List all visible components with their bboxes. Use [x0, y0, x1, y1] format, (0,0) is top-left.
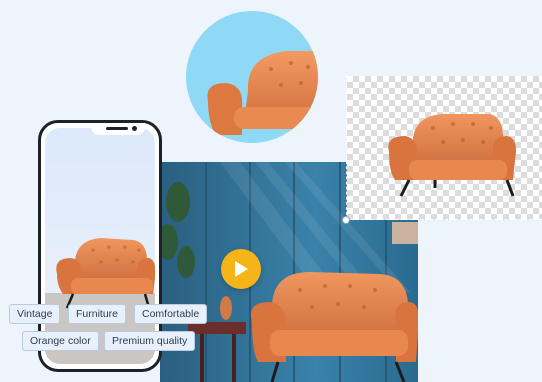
- tag-orange-color[interactable]: Orange color: [22, 331, 99, 351]
- phone-camera: [132, 126, 137, 131]
- play-button[interactable]: [221, 249, 261, 289]
- background-removed-image: [347, 76, 542, 220]
- tag-comfortable[interactable]: Comfortable: [134, 304, 208, 324]
- resize-handle[interactable]: [342, 216, 350, 224]
- phone-speaker: [106, 127, 128, 130]
- tag-furniture[interactable]: Furniture: [68, 304, 127, 324]
- tag-premium-quality[interactable]: Premium quality: [104, 331, 196, 351]
- phone-screen-image: [45, 128, 155, 364]
- circle-crop-image: [186, 11, 318, 143]
- tag-vintage[interactable]: Vintage: [9, 304, 61, 324]
- play-icon: [235, 261, 248, 277]
